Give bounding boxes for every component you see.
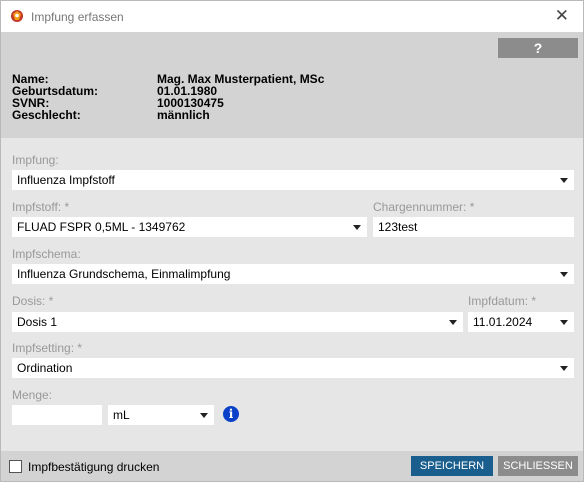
vaccination-form: Impfung: Influenza Impfstoff Impfstoff: … <box>1 138 583 451</box>
chevron-down-icon <box>560 366 568 371</box>
impfung-label: Impfung: <box>12 153 59 167</box>
impfschema-label: Impfschema: <box>12 247 81 261</box>
close-icon[interactable]: ✕ <box>555 7 569 24</box>
chevron-down-icon <box>353 225 361 230</box>
impfsetting-select[interactable]: Ordination <box>12 358 574 378</box>
impfdatum-picker[interactable]: 11.01.2024 <box>468 312 574 332</box>
chevron-down-icon <box>449 320 457 325</box>
gender-value: männlich <box>157 108 210 122</box>
info-icon[interactable]: i <box>223 406 239 422</box>
close-button[interactable]: SCHLIESSEN <box>498 456 578 476</box>
app-logo-icon <box>11 10 23 22</box>
impfschema-value: Influenza Grundschema, Einmalimpfung <box>17 267 231 281</box>
unit-value: mL <box>113 408 130 422</box>
impfdatum-value: 11.01.2024 <box>473 315 533 329</box>
chargennummer-input[interactable]: 123test <box>373 217 574 237</box>
impfsetting-label: Impfsetting: * <box>12 341 83 355</box>
chargennummer-value: 123test <box>378 220 418 234</box>
chargennummer-label: Chargennummer: * <box>373 200 475 214</box>
dosis-select[interactable]: Dosis 1 <box>12 312 463 332</box>
impfdatum-label: Impfdatum: * <box>468 294 537 308</box>
unit-select[interactable]: mL <box>108 405 214 425</box>
impfstoff-label: Impfstoff: * <box>12 200 70 214</box>
gender-label: Geschlecht: <box>12 108 81 122</box>
menge-label: Menge: <box>12 388 53 402</box>
save-button[interactable]: SPEICHERN <box>411 456 493 476</box>
impfstoff-select[interactable]: FLUAD FSPR 0,5ML - 1349762 <box>12 217 367 237</box>
patient-header: ? Name: Mag. Max Musterpatient, MSc Gebu… <box>1 32 583 138</box>
impfschema-select[interactable]: Influenza Grundschema, Einmalimpfung <box>12 264 574 284</box>
impfsetting-value: Ordination <box>17 361 73 375</box>
chevron-down-icon <box>560 272 568 277</box>
chevron-down-icon <box>560 320 568 325</box>
dialog-window: Impfung erfassen ✕ ? Name: Mag. Max Must… <box>0 0 584 482</box>
footer-bar: Impfbestätigung drucken SPEICHERN SCHLIE… <box>1 451 583 481</box>
chevron-down-icon <box>200 413 208 418</box>
title-bar: Impfung erfassen ✕ <box>1 1 583 32</box>
menge-input[interactable] <box>12 405 102 425</box>
dosis-value: Dosis 1 <box>17 315 58 329</box>
impfung-value: Influenza Impfstoff <box>17 173 115 187</box>
impfstoff-value: FLUAD FSPR 0,5ML - 1349762 <box>17 220 186 234</box>
window-title: Impfung erfassen <box>31 10 124 24</box>
impfung-select[interactable]: Influenza Impfstoff <box>12 170 574 190</box>
chevron-down-icon <box>560 178 568 183</box>
print-confirmation-label[interactable]: Impfbestätigung drucken <box>28 460 159 474</box>
dosis-label: Dosis: * <box>12 294 54 308</box>
print-confirmation-checkbox[interactable] <box>9 460 22 473</box>
help-button[interactable]: ? <box>498 38 578 58</box>
